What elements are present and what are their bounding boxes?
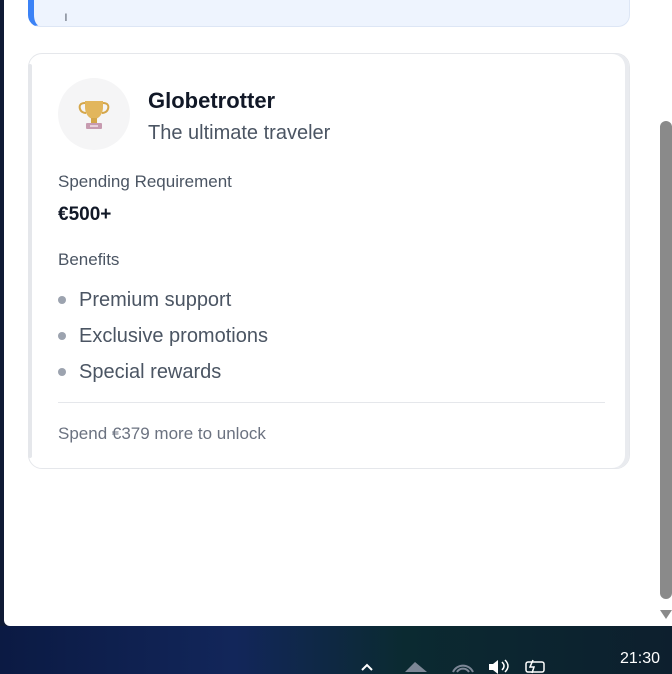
- trophy-icon: [78, 101, 110, 129]
- benefit-text: Special rewards: [79, 361, 222, 383]
- clock-time[interactable]: 21:30: [620, 650, 660, 668]
- unlock-progress-text: Spend €379 more to unlock: [58, 424, 266, 443]
- previous-card-text-fragment: ı: [64, 8, 68, 24]
- benefits-label: Benefits: [58, 250, 120, 269]
- tier-title: Globetrotter: [148, 88, 276, 113]
- spending-requirement-value: €500+: [58, 204, 112, 225]
- tier-badge: [58, 78, 130, 150]
- scroll-down-arrow-icon[interactable]: [660, 610, 672, 619]
- benefit-item: Special rewards: [58, 354, 268, 390]
- spending-requirement-label: Spending Requirement: [58, 172, 232, 191]
- benefits-list: Premium support Exclusive promotions Spe…: [58, 282, 268, 390]
- volume-icon[interactable]: [487, 658, 513, 674]
- benefit-text: Premium support: [79, 289, 232, 311]
- scrollbar-thumb[interactable]: [660, 121, 672, 599]
- battery-icon[interactable]: [523, 658, 549, 674]
- previous-tier-card: ı: [28, 0, 630, 27]
- tier-subtitle: The ultimate traveler: [148, 122, 331, 144]
- chevron-up-icon[interactable]: [360, 662, 374, 672]
- vertical-scrollbar[interactable]: [660, 0, 672, 626]
- app-window: ı Globetrotter The ultimate traveler Spe…: [4, 0, 672, 626]
- bullet-dot: [58, 368, 66, 376]
- benefit-item: Exclusive promotions: [58, 318, 268, 354]
- benefit-item: Premium support: [58, 282, 268, 318]
- divider: [58, 402, 605, 403]
- bullet-dot: [58, 332, 66, 340]
- benefit-text: Exclusive promotions: [79, 325, 268, 347]
- bullet-dot: [58, 296, 66, 304]
- network-icon[interactable]: [403, 660, 429, 674]
- tier-card[interactable]: Globetrotter The ultimate traveler Spend…: [28, 53, 630, 469]
- wifi-icon[interactable]: [450, 660, 476, 674]
- taskbar: 21:30: [0, 626, 672, 674]
